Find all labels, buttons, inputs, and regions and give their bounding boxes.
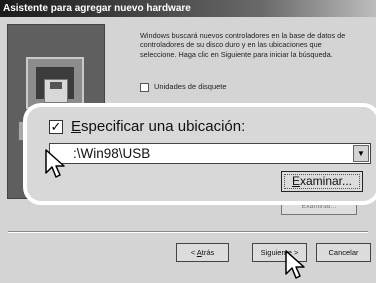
browse-accel: E [291,174,300,188]
cancel-button[interactable]: Cancelar [316,243,371,262]
browse-label: xaminar... [299,174,353,188]
back-label: trás [201,248,215,257]
zoomed-location-panel: ✓ Especificar una ubicación: :\Win98\USB… [23,103,376,205]
floppy-drives-checkbox[interactable] [140,82,149,92]
specify-location-label: Especificar una ubicación: [71,118,245,136]
specify-location-checkbox[interactable]: ✓ [49,120,63,134]
browse-button[interactable]: Examinar... [281,171,363,192]
footer-separator [8,231,368,233]
disk-icon [44,79,68,103]
specify-location-text: specificar una ubicación: [81,118,246,135]
location-path-value: :\Win98\USB [73,146,151,161]
wizard-description: Windows buscará nuevos controladores en … [140,31,346,59]
floppy-drives-option[interactable]: Unidades de disquete [140,82,227,92]
back-button[interactable]: < Atrás [176,243,229,262]
mouse-pointer-icon [45,149,65,178]
location-combobox[interactable]: :\Win98\USB ▼ [49,143,371,164]
mouse-pointer-icon [285,250,305,279]
window-title: Asistente para agregar nuevo hardware [0,0,376,17]
hardware-wizard-window: Asistente para agregar nuevo hardware Wi… [0,0,376,283]
specify-location-accel: E [71,118,82,135]
floppy-drives-label: Unidades de disquete [154,82,227,91]
dropdown-arrow-icon[interactable]: ▼ [353,145,369,162]
